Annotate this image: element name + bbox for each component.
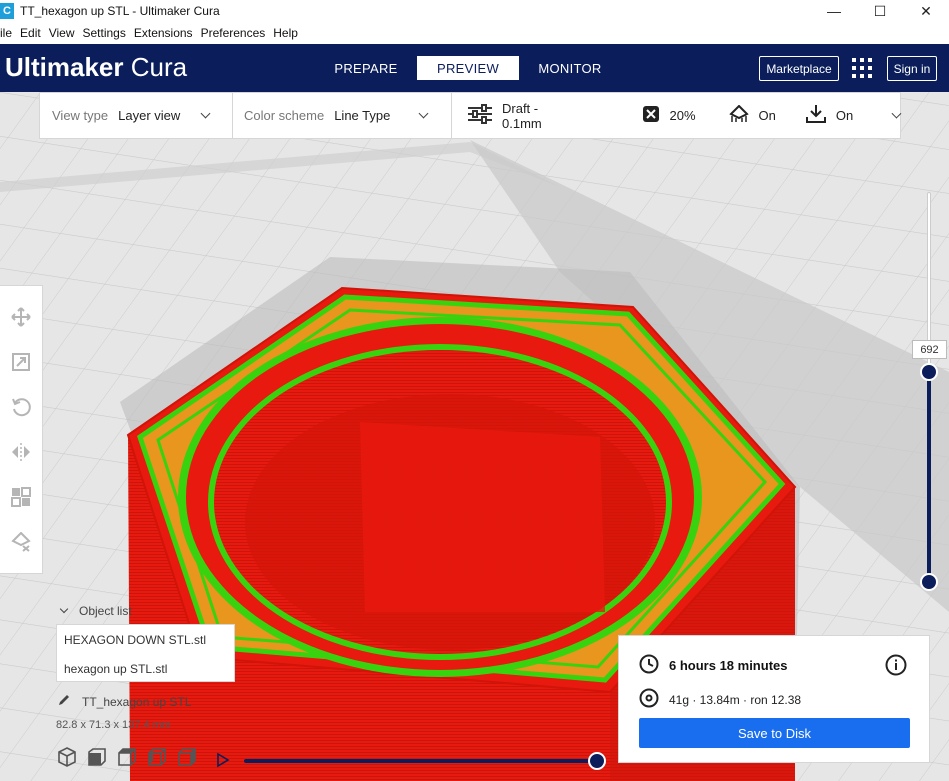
menu-settings[interactable]: Settings: [79, 26, 130, 40]
menu-preferences[interactable]: Preferences: [197, 26, 270, 40]
current-object-name[interactable]: TT_hexagon up STL: [58, 694, 191, 709]
model-tools-toolbar: [0, 285, 43, 574]
right-view-icon[interactable]: [176, 746, 198, 768]
app-header: Ultimaker Cura PREPARE PREVIEW MONITOR M…: [0, 44, 949, 92]
adhesion-icon: [805, 104, 826, 127]
mirror-tool-icon[interactable]: [10, 441, 32, 463]
left-view-icon[interactable]: [146, 746, 168, 768]
rotate-tool-icon[interactable]: [10, 396, 32, 418]
close-button[interactable]: ✕: [903, 0, 949, 22]
print-settings-bar: View type Layer view Color scheme Line T…: [39, 92, 902, 139]
layer-slider-upper-handle[interactable]: [920, 363, 938, 381]
menu-bar: ile Edit View Settings Extensions Prefer…: [0, 22, 949, 44]
cura-app-icon: C: [0, 3, 14, 19]
clock-icon: [639, 654, 659, 677]
color-scheme-label: Color scheme: [244, 108, 325, 123]
color-scheme-value: Line Type: [334, 108, 391, 123]
save-to-disk-button[interactable]: Save to Disk: [639, 718, 910, 748]
play-simulation-icon[interactable]: [216, 752, 230, 773]
tab-monitor[interactable]: MONITOR: [519, 56, 621, 80]
infill-icon: [642, 105, 660, 126]
print-time-row: 6 hours 18 minutes: [639, 654, 787, 677]
color-scheme-selector[interactable]: Color scheme Line Type: [233, 93, 451, 138]
adhesion-value: On: [835, 108, 854, 123]
list-item[interactable]: HEXAGON DOWN STL.stl: [57, 625, 234, 654]
layer-slider-range: [927, 372, 931, 582]
sign-in-button[interactable]: Sign in: [887, 56, 937, 81]
menu-file[interactable]: ile: [0, 26, 16, 40]
object-dimensions: 82.8 x 71.3 x 137.4 mm: [56, 719, 171, 731]
minimize-button[interactable]: —: [811, 0, 857, 22]
simulation-slider-handle[interactable]: [588, 752, 606, 775]
object-list-toggle[interactable]: Object list: [58, 604, 132, 618]
profile-value: Draft - 0.1mm: [502, 100, 542, 131]
pencil-icon: [58, 694, 70, 709]
marketplace-button[interactable]: Marketplace: [759, 56, 839, 81]
front-view-icon[interactable]: [86, 746, 108, 768]
material-usage-row: 41g · 13.84m · ron 12.38: [639, 688, 801, 711]
scale-tool-icon[interactable]: [10, 351, 32, 373]
ultimaker-cura-logo: Ultimaker Cura: [5, 52, 188, 82]
object-list: HEXAGON DOWN STL.stl hexagon up STL.stl: [56, 624, 235, 682]
title-bar: C TT_hexagon up STL - Ultimaker Cura — ☐…: [0, 0, 949, 22]
view-type-selector[interactable]: View type Layer view: [40, 93, 232, 138]
layer-slider-lower-handle[interactable]: [920, 573, 938, 591]
object-list-header: Object list: [79, 604, 132, 618]
chevron-down-icon: [59, 604, 69, 614]
simulation-slider-track[interactable]: [244, 759, 599, 763]
support-blocker-icon[interactable]: [10, 531, 32, 553]
info-icon[interactable]: [885, 654, 907, 681]
print-information-panel: 6 hours 18 minutes 41g · 13.84m · ron 12…: [618, 635, 930, 763]
infill-value: 20%: [669, 108, 696, 123]
spool-icon: [639, 688, 659, 711]
print-time: 6 hours 18 minutes: [669, 658, 788, 673]
cura-window: C TT_hexagon up STL - Ultimaker Cura — ☐…: [0, 0, 949, 781]
tab-preview[interactable]: PREVIEW: [417, 56, 519, 80]
material-usage: 41g · 13.84m · ron 12.38: [669, 692, 802, 707]
per-model-settings-icon[interactable]: [10, 486, 32, 508]
settings-sliders-icon: [468, 104, 492, 127]
support-value: On: [758, 108, 776, 123]
move-tool-icon[interactable]: [10, 306, 32, 328]
stage-tabs: PREPARE PREVIEW MONITOR: [315, 56, 621, 80]
support-icon: [728, 104, 749, 126]
top-view-icon[interactable]: [116, 746, 138, 768]
menu-extensions[interactable]: Extensions: [130, 26, 197, 40]
object-name-label: TT_hexagon up STL: [82, 694, 192, 709]
window-title: TT_hexagon up STL - Ultimaker Cura: [20, 4, 220, 18]
menu-view[interactable]: View: [45, 26, 79, 40]
view-type-value: Layer view: [118, 108, 181, 123]
chevron-down-icon: [200, 108, 211, 119]
menu-edit[interactable]: Edit: [16, 26, 45, 40]
list-item[interactable]: hexagon up STL.stl: [57, 654, 234, 683]
applications-grid-icon[interactable]: [852, 58, 872, 78]
chevron-down-icon: [891, 108, 902, 119]
window-controls: — ☐ ✕: [811, 0, 949, 22]
3d-view-icon[interactable]: [56, 746, 78, 768]
chevron-down-icon: [418, 108, 429, 119]
maximize-button[interactable]: ☐: [857, 0, 903, 22]
view-orientation-buttons: [56, 746, 206, 768]
view-type-label: View type: [52, 108, 109, 123]
menu-help[interactable]: Help: [269, 26, 302, 40]
tab-prepare[interactable]: PREPARE: [315, 56, 417, 80]
print-setup-selector[interactable]: Draft - 0.1mm 20% On On: [452, 93, 902, 138]
current-layer-input[interactable]: 692: [912, 340, 947, 359]
